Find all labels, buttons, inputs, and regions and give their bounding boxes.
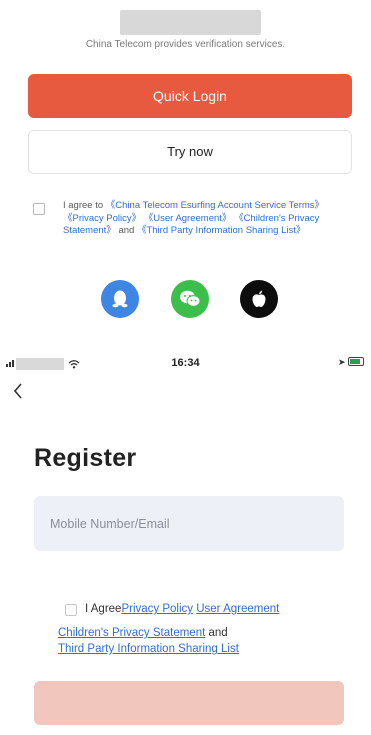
- mobile-email-input[interactable]: [34, 496, 344, 551]
- agreement-line-1: I AgreePrivacy Policy User Agreement: [85, 603, 279, 615]
- back-button[interactable]: [12, 382, 24, 400]
- apple-icon: [252, 290, 266, 307]
- and-text: and: [208, 627, 228, 639]
- try-now-button[interactable]: Try now: [28, 130, 352, 174]
- user-agreement-link[interactable]: User Agreement: [196, 603, 279, 615]
- agreement-line-3: Third Party Information Sharing List: [58, 643, 239, 655]
- childrens-privacy-link[interactable]: Children's Privacy Statement: [58, 627, 205, 639]
- provider-note: China Telecom provides verification serv…: [85, 39, 286, 50]
- agreement-prefix: I agree to: [63, 200, 104, 211]
- chevron-left-icon: [13, 383, 22, 399]
- agreement-checkbox[interactable]: [65, 604, 77, 616]
- agreement-line-2: Children's Privacy Statement and: [58, 627, 228, 639]
- location-icon: ➤: [338, 357, 346, 367]
- apple-login-button[interactable]: [240, 280, 278, 318]
- telecom-terms-link[interactable]: 《China Telecom Esurfing Account Service …: [106, 200, 324, 211]
- privacy-policy-link[interactable]: Privacy Policy: [121, 603, 193, 615]
- third-party-link[interactable]: Third Party Information Sharing List: [58, 643, 239, 655]
- page-title: Register: [34, 444, 137, 472]
- i-agree-text: I Agree: [85, 603, 122, 615]
- quick-login-button[interactable]: Quick Login: [28, 74, 352, 118]
- qq-login-button[interactable]: [101, 280, 139, 318]
- agreement-text-top: I agree to 《China Telecom Esurfing Accou…: [63, 200, 347, 238]
- and-text-top: and: [118, 225, 135, 236]
- status-time: 16:34: [171, 357, 200, 369]
- battery-icon: [348, 357, 364, 366]
- privacy-policy-link-top[interactable]: 《Privacy Policy》: [63, 213, 141, 224]
- get-verification-code-button-disabled[interactable]: [34, 681, 344, 725]
- third-party-link-top[interactable]: 《Third Party Information Sharing List》: [137, 225, 305, 236]
- masked-phone-number: [120, 10, 261, 35]
- agreement-checkbox-top[interactable]: [33, 203, 45, 215]
- wechat-login-button[interactable]: [171, 280, 209, 318]
- user-agreement-link-top[interactable]: 《User Agreement》: [144, 213, 232, 224]
- qq-icon: [112, 290, 128, 308]
- wechat-icon: [180, 290, 201, 307]
